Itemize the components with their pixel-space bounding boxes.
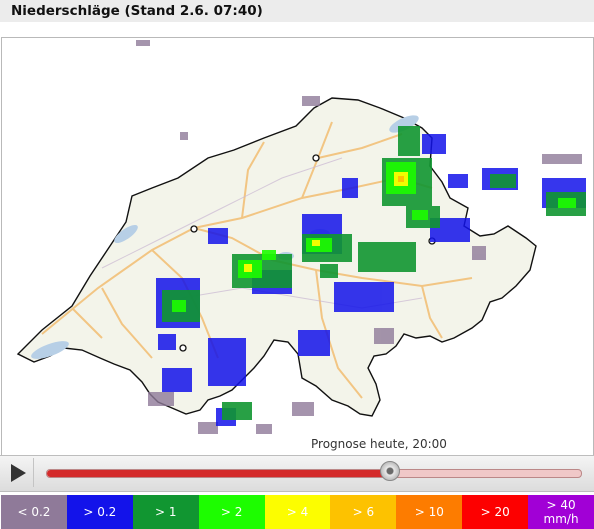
legend-item-label: > 0.2	[83, 505, 117, 519]
play-button[interactable]	[3, 458, 34, 487]
legend-item: > 4	[264, 495, 331, 529]
legend-item: > 6	[330, 495, 397, 529]
city-marker-bern	[190, 225, 198, 233]
switzerland-map	[2, 38, 593, 456]
forecast-time-label: Prognose heute, 20:00	[311, 437, 447, 451]
legend-item: > 2	[198, 495, 265, 529]
legend-item-label: > 1	[154, 505, 177, 519]
legend-item-label: > 10	[414, 505, 444, 519]
radar-map[interactable]	[1, 37, 594, 457]
legend-item: > 1	[132, 495, 199, 529]
legend-item: > 20	[462, 495, 529, 529]
city-marker-zurich	[312, 154, 320, 162]
timeline-progress-fill	[47, 470, 389, 477]
legend-item-label: > 20	[480, 505, 510, 519]
header-bar: Niederschläge (Stand 2.6. 07:40)	[0, 0, 594, 22]
legend-item: > 10	[396, 495, 463, 529]
legend-item-label: > 6	[352, 505, 375, 519]
play-icon	[11, 464, 26, 482]
legend-item-label: > 2	[220, 505, 243, 519]
legend-item: > 0.2	[66, 495, 133, 529]
legend-item-label: < 0.2	[17, 505, 51, 519]
legend-item: < 0.2	[1, 495, 67, 529]
page-title: Niederschläge (Stand 2.6. 07:40)	[11, 3, 263, 19]
legend-item-label: > 40	[546, 498, 576, 512]
city-marker-sion	[179, 344, 187, 352]
precipitation-legend: < 0.2 > 0.2 > 1 > 2 > 4 > 6 > 10 > 20 > 40 mm/h	[1, 495, 594, 529]
timeline-slider-handle[interactable]	[379, 461, 400, 481]
legend-item-unit: mm/h	[543, 512, 579, 526]
legend-item-label: > 4	[286, 505, 309, 519]
legend-item: > 40 mm/h	[528, 495, 594, 529]
timeline-slider[interactable]	[46, 469, 582, 478]
timeline-controls	[0, 455, 594, 492]
